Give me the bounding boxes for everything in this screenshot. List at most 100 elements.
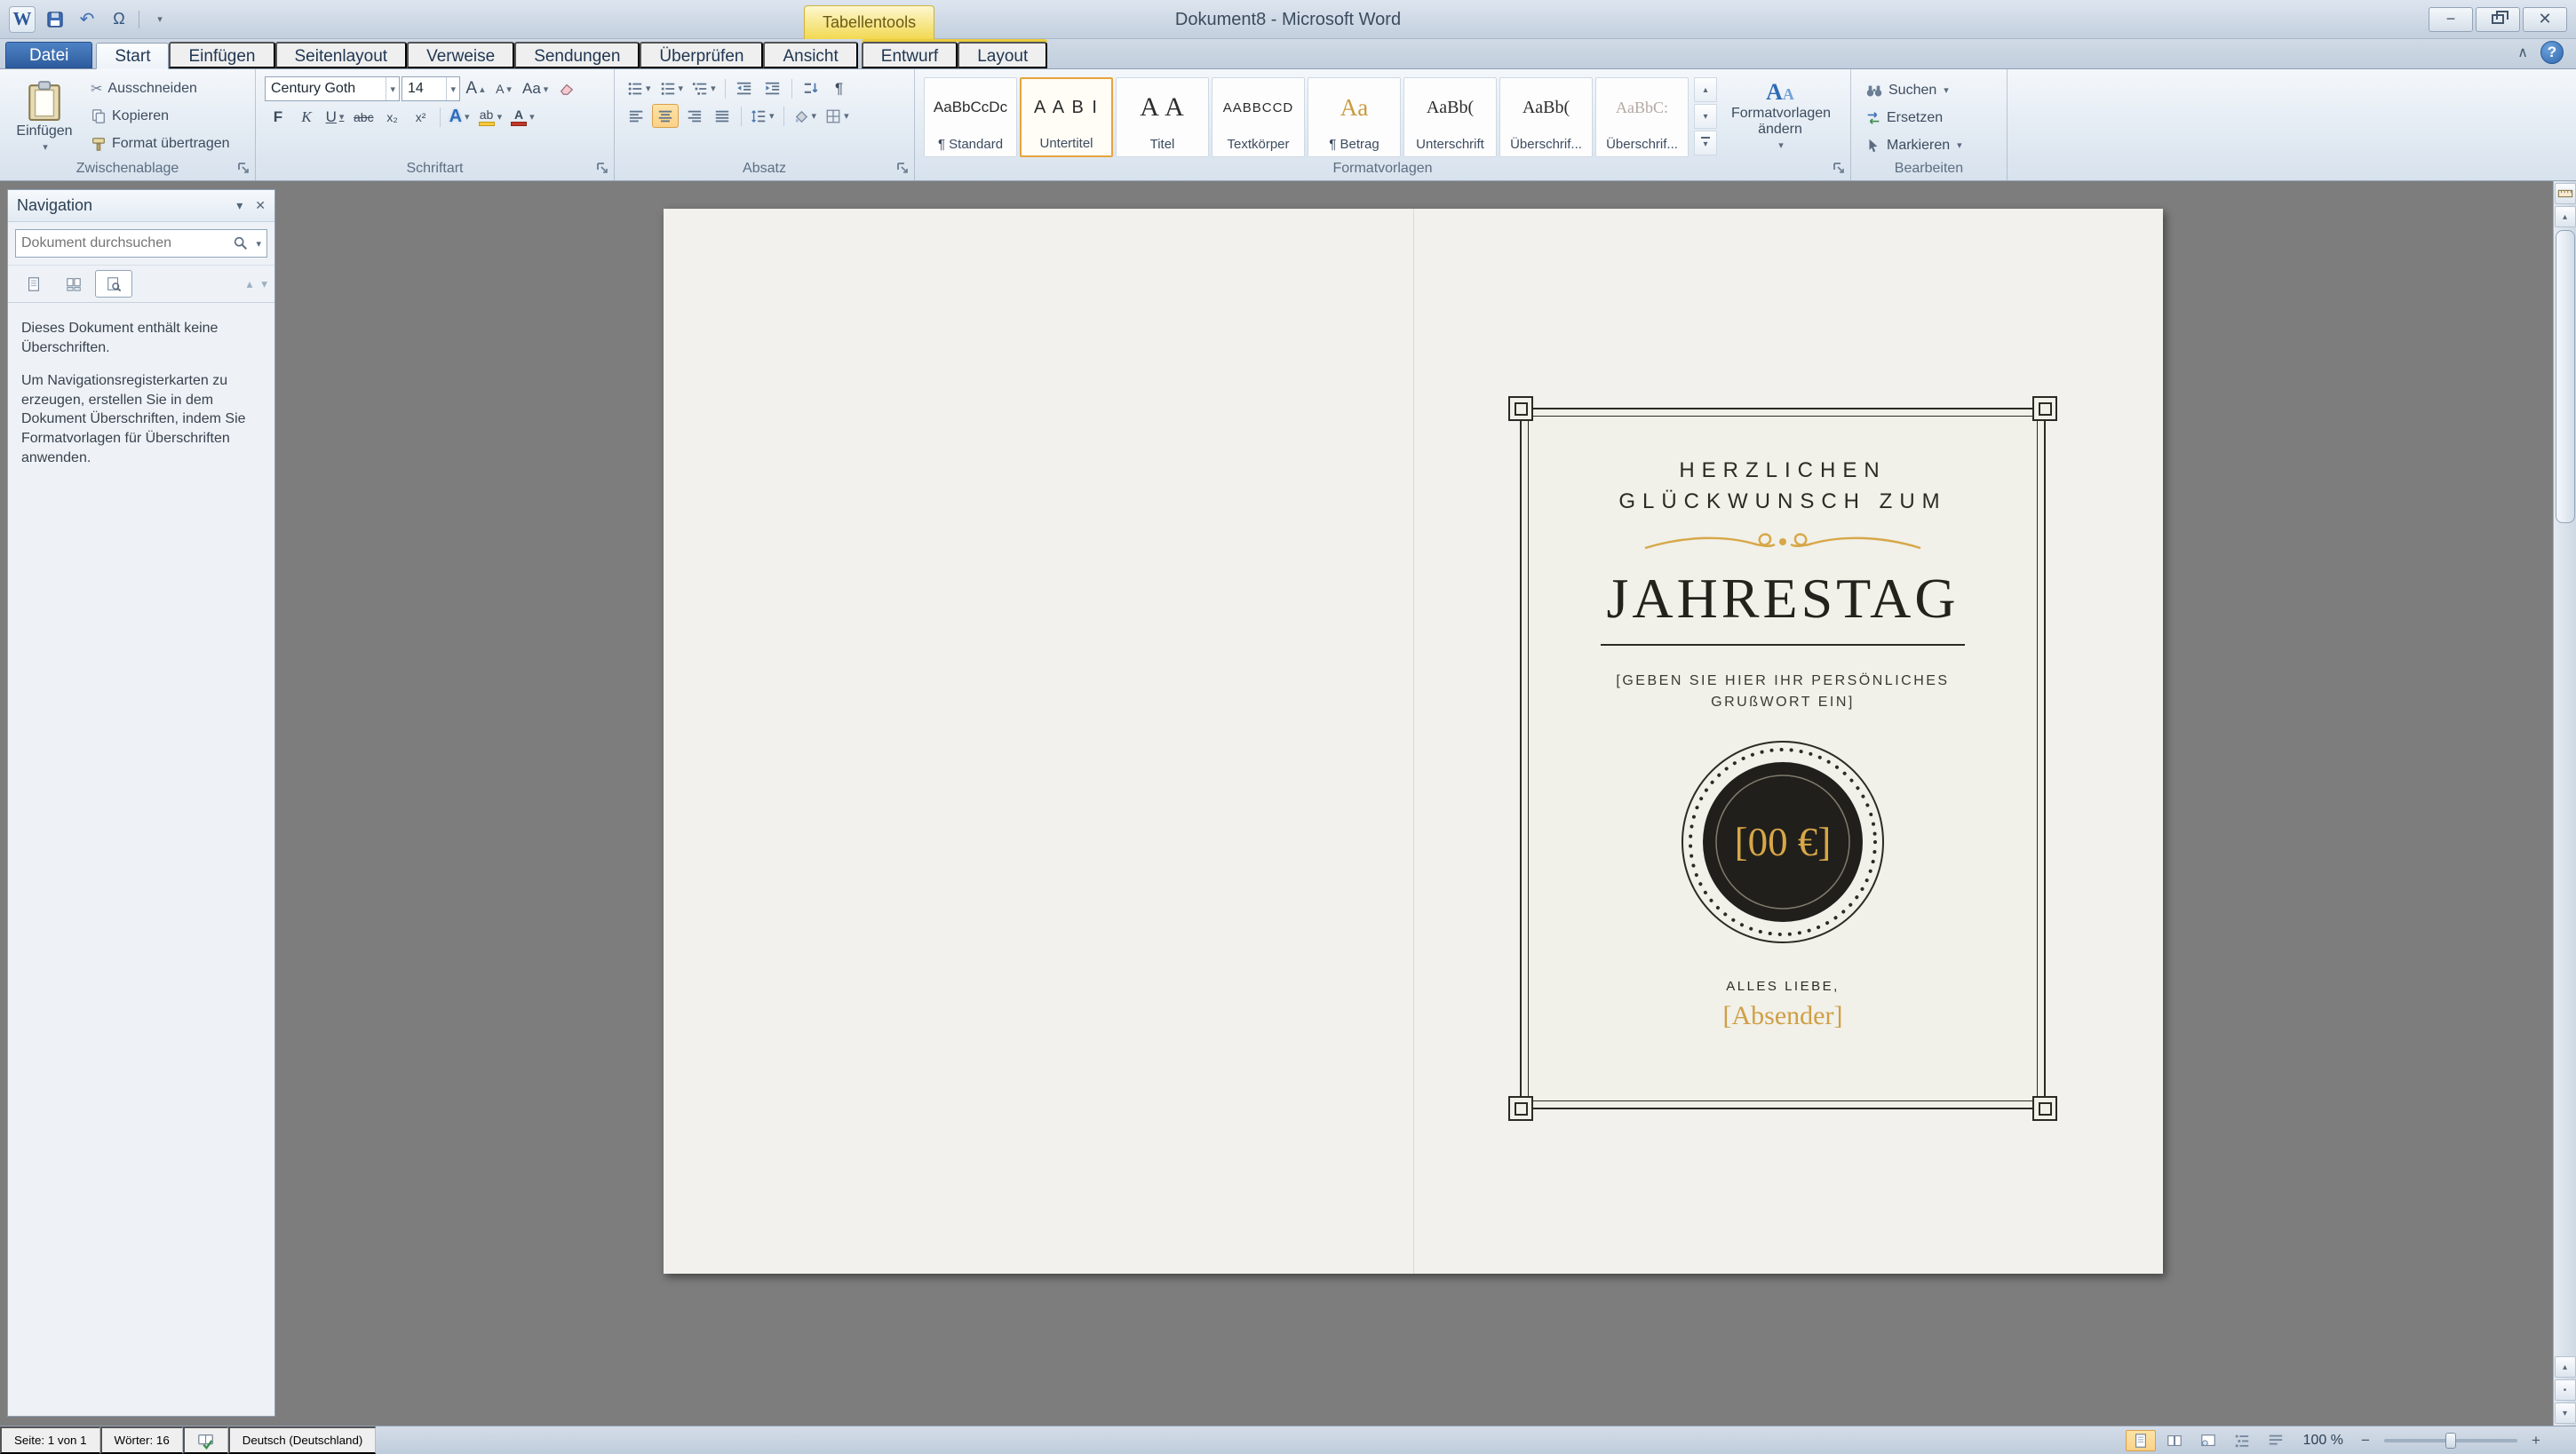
style-item-betrag[interactable]: Aa ¶ Betrag <box>1308 77 1401 157</box>
italic-button[interactable]: K <box>293 105 320 129</box>
qat-customize-button[interactable]: ▾ <box>147 7 171 32</box>
subscript-button[interactable]: x₂ <box>379 105 406 129</box>
select-browse-object-button[interactable]: • <box>2555 1379 2576 1401</box>
ruler-toggle-button[interactable] <box>2555 183 2576 204</box>
tab-ansicht[interactable]: Ansicht <box>763 42 857 68</box>
page-count-status[interactable]: Seite: 1 von 1 <box>0 1426 100 1454</box>
tab-sendungen[interactable]: Sendungen <box>514 42 640 68</box>
language-status[interactable]: Deutsch (Deutschland) <box>228 1426 377 1454</box>
bullets-button[interactable]: ▾ <box>624 76 655 100</box>
format-painter-button[interactable]: Format übertragen <box>85 131 235 155</box>
tab-datei[interactable]: Datei <box>5 42 92 68</box>
outline-view-button[interactable] <box>2227 1430 2257 1451</box>
style-item-ueberschrift2[interactable]: AaBbC: Überschrif... <box>1595 77 1689 157</box>
text-effects-button[interactable]: A▾ <box>446 105 473 129</box>
tab-seitenlayout[interactable]: Seitenlayout <box>275 42 408 68</box>
increase-indent-button[interactable] <box>759 76 786 100</box>
minimize-ribbon-button[interactable]: ∧ <box>2517 44 2528 61</box>
zoom-level-label[interactable]: 100 % <box>2294 1433 2352 1449</box>
search-input[interactable] <box>21 235 227 251</box>
change-case-button[interactable]: Aa▾ <box>519 77 552 101</box>
align-center-button[interactable] <box>652 104 679 128</box>
spellcheck-status[interactable] <box>183 1426 228 1454</box>
navigation-close-button[interactable]: ✕ <box>255 198 266 213</box>
zoom-slider[interactable] <box>2384 1439 2517 1442</box>
undo-button[interactable]: ↶ <box>75 7 99 32</box>
tab-start[interactable]: Start <box>96 43 169 69</box>
strikethrough-button[interactable]: abc <box>350 105 378 129</box>
word-logo-icon[interactable]: W <box>9 6 36 33</box>
sort-button[interactable] <box>798 76 824 100</box>
grow-font-button[interactable]: A▴ <box>462 77 489 101</box>
style-item-ueberschrift1[interactable]: AaBb( Überschrif... <box>1499 77 1593 157</box>
line-spacing-button[interactable]: ▾ <box>747 104 778 128</box>
styles-dialog-launcher[interactable] <box>1832 161 1847 176</box>
multilevel-list-button[interactable]: ▾ <box>688 76 720 100</box>
style-item-standard[interactable]: AaBbCcDc ¶ Standard <box>924 77 1017 157</box>
print-layout-view-button[interactable] <box>2126 1430 2156 1451</box>
align-right-button[interactable] <box>680 104 707 128</box>
scrollbar-thumb[interactable] <box>2556 230 2575 523</box>
zoom-slider-thumb[interactable] <box>2445 1433 2456 1449</box>
font-family-combo[interactable]: Century Goth ▾ <box>265 76 400 101</box>
card-heading[interactable]: HERZLICHEN GLÜCKWUNSCH ZUM <box>1618 456 1946 518</box>
copy-button[interactable]: Kopieren <box>85 104 235 128</box>
paste-button[interactable]: Einfügen ▾ <box>9 76 80 162</box>
font-size-combo[interactable]: 14 ▾ <box>402 76 460 101</box>
font-color-button[interactable]: A ▾ <box>507 105 538 129</box>
tab-layout[interactable]: Layout <box>958 42 1047 68</box>
amount-seal[interactable]: [00 €] <box>1674 734 1891 950</box>
superscript-button[interactable]: x² <box>408 105 434 129</box>
scroll-up-button[interactable]: ▴ <box>2555 206 2576 227</box>
vertical-scrollbar[interactable]: ▴ ▴ • ▾ <box>2553 181 2576 1426</box>
replace-button[interactable]: Ersetzen <box>1860 106 1968 130</box>
restore-button[interactable] <box>2476 7 2520 32</box>
browse-results-tab[interactable] <box>95 270 132 298</box>
clipboard-dialog-launcher[interactable] <box>236 161 251 176</box>
justify-button[interactable] <box>709 104 735 128</box>
font-dialog-launcher[interactable] <box>595 161 610 176</box>
shrink-font-button[interactable]: A▾ <box>490 77 517 101</box>
underline-button[interactable]: U▾ <box>322 105 348 129</box>
styles-scroll-up-button[interactable]: ▴ <box>1694 77 1717 102</box>
style-item-untertitel[interactable]: A A B I Untertitel <box>1020 77 1113 157</box>
fullscreen-reading-view-button[interactable] <box>2159 1430 2190 1451</box>
style-item-titel[interactable]: A A Titel <box>1116 77 1209 157</box>
help-button[interactable]: ? <box>2540 41 2564 64</box>
close-button[interactable]: ✕ <box>2523 7 2567 32</box>
browse-pages-tab[interactable] <box>55 270 92 298</box>
card-title[interactable]: JAHRESTAG <box>1606 566 1959 632</box>
card-closing[interactable]: ALLES LIEBE, <box>1726 979 1840 994</box>
numbering-button[interactable]: ▾ <box>656 76 688 100</box>
scroll-previous-page-button[interactable]: ▴ <box>2555 1356 2576 1378</box>
highlight-button[interactable]: ab ▾ <box>475 105 506 129</box>
clear-formatting-button[interactable] <box>553 77 580 101</box>
document-page[interactable]: HERZLICHEN GLÜCKWUNSCH ZUM JAHRESTAG <box>664 209 2163 1274</box>
card-sender-placeholder[interactable]: [Absender] <box>1723 1001 1843 1031</box>
minimize-button[interactable]: − <box>2429 7 2473 32</box>
change-styles-button[interactable]: AA Formatvorlagen ändern ▾ <box>1722 76 1838 162</box>
shading-button[interactable]: ▾ <box>790 104 821 128</box>
borders-button[interactable]: ▾ <box>822 104 853 128</box>
paragraph-dialog-launcher[interactable] <box>895 161 910 176</box>
tab-einfuegen[interactable]: Einfügen <box>169 42 274 68</box>
styles-scroll-down-button[interactable]: ▾ <box>1694 104 1717 129</box>
navigation-options-button[interactable]: ▾ <box>236 198 242 213</box>
zoom-in-button[interactable]: + <box>2526 1431 2546 1450</box>
style-item-textkoerper[interactable]: AABBCCD Textkörper <box>1212 77 1305 157</box>
tab-ueberpruefen[interactable]: Überprüfen <box>640 42 763 68</box>
document-search-box[interactable]: ▾ <box>15 229 267 258</box>
bold-button[interactable]: F <box>265 105 291 129</box>
show-paragraph-marks-button[interactable]: ¶ <box>826 76 853 100</box>
cut-button[interactable]: ✂ Ausschneiden <box>85 76 235 100</box>
card-greeting-placeholder[interactable]: [GEBEN SIE HIER IHR PERSÖNLICHES GRUßWOR… <box>1616 671 1949 715</box>
styles-gallery-more-button[interactable]: ▾ <box>1694 131 1717 155</box>
browse-headings-tab[interactable] <box>15 270 52 298</box>
greeting-card[interactable]: HERZLICHEN GLÜCKWUNSCH ZUM JAHRESTAG <box>1520 408 2046 1109</box>
draft-view-button[interactable] <box>2261 1430 2291 1451</box>
style-item-unterschrift[interactable]: AaBb( Unterschrift <box>1403 77 1497 157</box>
next-result-button[interactable]: ▾ <box>261 277 267 291</box>
web-layout-view-button[interactable] <box>2193 1430 2223 1451</box>
word-count-status[interactable]: Wörter: 16 <box>100 1426 183 1454</box>
align-left-button[interactable] <box>624 104 650 128</box>
